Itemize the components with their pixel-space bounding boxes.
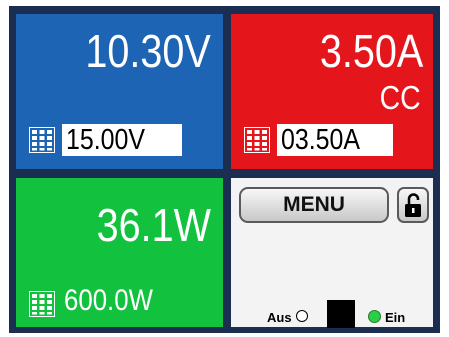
lock-button[interactable]	[397, 187, 429, 223]
power-actual-value: 36.1W	[96, 199, 211, 251]
voltage-setpoint-field[interactable]: 15.00V	[62, 124, 182, 156]
keypad-icon[interactable]	[244, 127, 270, 153]
voltage-panel[interactable]: 10.30V 15.00V	[16, 14, 223, 169]
current-setpoint-value: 03.50A	[281, 124, 361, 156]
current-panel[interactable]: 3.50A CC 03.50A	[231, 14, 433, 169]
power-setpoint-value[interactable]: 600.0W	[64, 286, 153, 316]
menu-button[interactable]: MENU	[239, 187, 389, 223]
display-frame: 10.30V 15.00V 3.50A CC 03.50A 36.1W 600.…	[9, 6, 440, 333]
output-on-indicator	[368, 310, 381, 323]
regulation-mode-label: CC	[380, 79, 421, 116]
power-panel[interactable]: 36.1W 600.0W	[16, 178, 223, 327]
output-toggle-button[interactable]	[327, 300, 355, 328]
voltage-actual-value: 10.30V	[85, 25, 211, 77]
output-on-label: Ein	[385, 310, 406, 325]
output-off-label: Aus	[267, 310, 292, 325]
output-off-indicator	[296, 310, 308, 322]
current-setpoint-field[interactable]: 03.50A	[277, 124, 393, 156]
keypad-icon[interactable]	[29, 291, 55, 317]
voltage-setpoint-value: 15.00V	[66, 124, 146, 156]
keypad-icon[interactable]	[29, 127, 55, 153]
control-panel: MENU Aus Ein	[231, 178, 433, 328]
current-actual-value: 3.50A	[319, 25, 423, 77]
lock-open-icon	[405, 193, 421, 217]
